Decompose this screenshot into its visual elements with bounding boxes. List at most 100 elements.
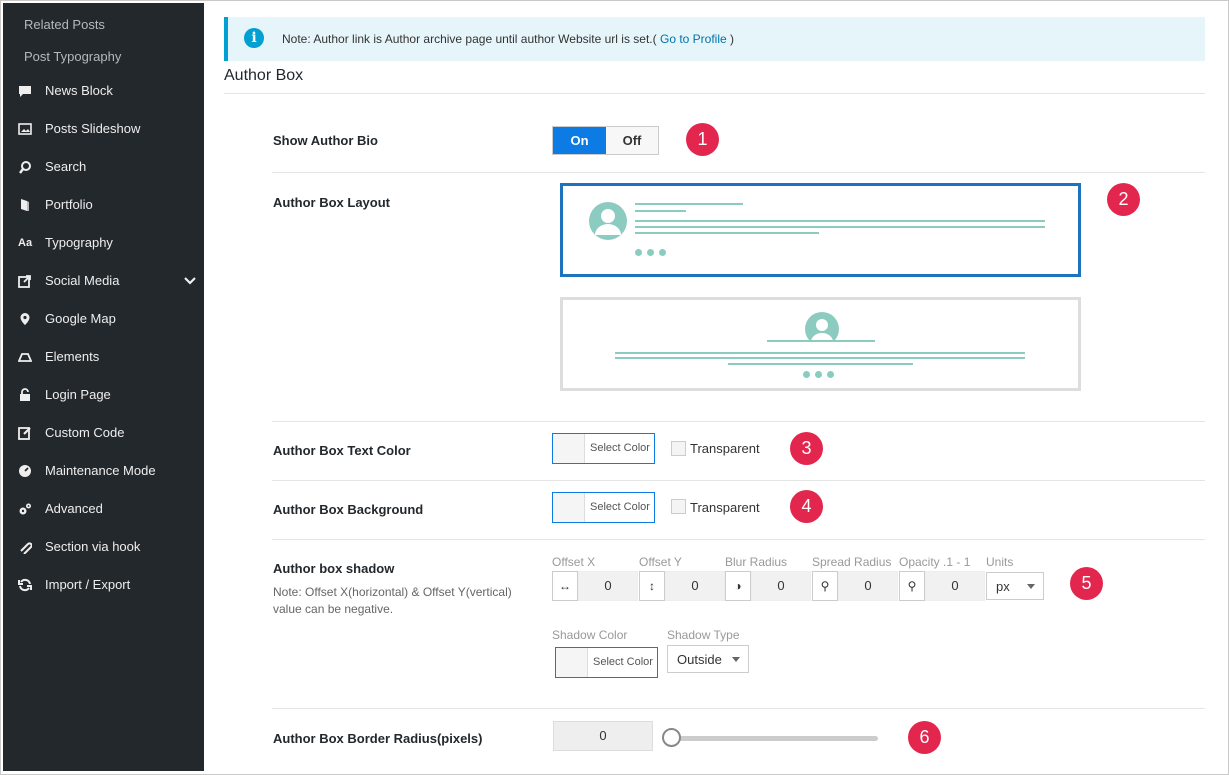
author-box-text-color-label: Author Box Text Color — [273, 443, 411, 458]
sidebar-item-label: Import / Export — [45, 577, 131, 592]
transparent-label: Transparent — [690, 441, 760, 456]
sidebar-subitem-post-typography[interactable]: Post Typography — [3, 42, 204, 72]
lightbulb-icon: ⚲ — [899, 571, 925, 601]
author-box-border-radius-label: Author Box Border Radius(pixels) — [273, 731, 483, 746]
sidebar-item-label: Typography — [45, 235, 113, 250]
layout-option-1[interactable] — [560, 183, 1081, 277]
spread-radius-caption: Spread Radius — [812, 555, 892, 569]
author-box-background-label: Author Box Background — [273, 502, 424, 517]
sidebar-item-typography[interactable]: Aa Typography — [3, 225, 204, 261]
avatar-placeholder-icon — [589, 202, 627, 240]
sidebar-item-section-via-hook[interactable]: Section via hook — [3, 529, 204, 565]
comment-icon — [19, 86, 31, 97]
show-author-bio-label: Show Author Bio — [273, 133, 378, 148]
typography-icon: Aa — [18, 237, 33, 249]
units-value: px — [996, 579, 1010, 594]
border-radius-slider-track[interactable] — [665, 736, 878, 741]
select-color-label: Select Color — [590, 501, 650, 513]
offset-y-input[interactable]: 0 — [665, 571, 725, 601]
border-radius-input[interactable]: 0 — [553, 721, 653, 751]
notice-text: Note: Author link is Author archive page… — [282, 32, 734, 46]
chevron-down-icon[interactable] — [184, 275, 196, 287]
text-color-picker[interactable]: Select Color — [552, 433, 655, 464]
avatar-placeholder-icon — [805, 312, 839, 342]
sidebar-item-label: Elements — [45, 349, 100, 364]
opacity-input[interactable]: 0 — [925, 571, 985, 601]
color-swatch — [553, 493, 585, 522]
layout-dot — [635, 249, 642, 256]
sidebar-subitem-label: Related Posts — [24, 17, 105, 32]
color-swatch — [553, 434, 585, 463]
sidebar-item-posts-slideshow[interactable]: Posts Slideshow — [3, 111, 204, 147]
blur-radius-input[interactable]: 0 — [751, 571, 811, 601]
layout-line — [635, 232, 819, 234]
sidebar-item-label: Portfolio — [45, 197, 93, 212]
sidebar-item-elements[interactable]: Elements — [3, 339, 204, 375]
gauge-icon — [19, 465, 31, 477]
sidebar-item-label: Section via hook — [45, 539, 141, 554]
sidebar-item-login-page[interactable]: Login Page — [3, 377, 204, 413]
sidebar-item-custom-code[interactable]: Custom Code — [3, 415, 204, 451]
elements-icon — [18, 353, 32, 362]
layout-line — [728, 363, 913, 365]
author-box-shadow-label: Author box shadow — [273, 561, 395, 576]
callout-badge-3: 3 — [790, 432, 823, 465]
sidebar-item-google-map[interactable]: Google Map — [3, 301, 204, 337]
share-icon — [18, 275, 31, 288]
divider — [224, 93, 1205, 94]
layout-dot — [659, 249, 666, 256]
offset-x-input[interactable]: 0 — [578, 571, 638, 601]
lock-icon — [20, 388, 30, 401]
section-title: Author Box — [224, 67, 304, 84]
layout-dot — [647, 249, 654, 256]
image-icon — [18, 123, 32, 135]
opacity-caption: Opacity .1 - 1 — [899, 555, 971, 569]
layout-dot — [803, 371, 810, 378]
sidebar-item-search[interactable]: Search — [3, 149, 204, 185]
sidebar-item-maintenance-mode[interactable]: Maintenance Mode — [3, 453, 204, 489]
shadow-type-value: Outside — [677, 652, 722, 667]
spread-radius-field: ⚲ 0 — [812, 571, 898, 601]
sidebar-subitem-related-posts[interactable]: Related Posts — [3, 10, 204, 40]
background-color-picker[interactable]: Select Color — [552, 492, 655, 523]
sidebar-item-advanced[interactable]: Advanced — [3, 491, 204, 527]
opacity-field: ⚲ 0 — [899, 571, 985, 601]
toggle-off-button[interactable]: Off — [606, 127, 658, 154]
search-icon — [19, 161, 31, 174]
vertical-arrows-icon: ↕ — [639, 571, 665, 601]
layout-dot — [827, 371, 834, 378]
sidebar-item-news-block[interactable]: News Block — [3, 73, 204, 109]
text-color-transparent-checkbox[interactable] — [671, 441, 686, 456]
transparent-label: Transparent — [690, 500, 760, 515]
background-transparent-checkbox[interactable] — [671, 499, 686, 514]
notice-message: Note: Author link is Author archive page… — [282, 32, 657, 46]
shadow-type-select[interactable]: Outside — [667, 645, 749, 673]
sidebar-item-import-export[interactable]: Import / Export — [3, 567, 204, 603]
shadow-type-caption: Shadow Type — [667, 628, 740, 642]
offset-y-caption: Offset Y — [639, 555, 682, 569]
border-radius-slider-handle[interactable] — [662, 728, 681, 747]
info-icon: i — [244, 28, 264, 48]
show-author-bio-toggle[interactable]: On Off — [552, 126, 659, 155]
layout-option-2[interactable] — [560, 297, 1081, 391]
sidebar-item-social-media[interactable]: Social Media — [3, 263, 204, 299]
go-to-profile-link[interactable]: Go to Profile — [660, 32, 727, 46]
shadow-color-picker[interactable]: Select Color — [555, 647, 658, 678]
gears-icon — [19, 503, 31, 515]
layout-dot — [815, 371, 822, 378]
divider — [272, 421, 1205, 422]
toggle-on-button[interactable]: On — [553, 127, 606, 154]
layout-line — [635, 210, 686, 212]
lightbulb-icon: ⚲ — [812, 571, 838, 601]
sidebar-item-portfolio[interactable]: Portfolio — [3, 187, 204, 223]
callout-badge-2: 2 — [1107, 183, 1140, 216]
spread-radius-input[interactable]: 0 — [838, 571, 898, 601]
portfolio-icon — [21, 199, 29, 211]
sidebar-item-label: Advanced — [45, 501, 103, 516]
color-swatch — [556, 648, 588, 677]
map-pin-icon — [20, 313, 30, 325]
units-select[interactable]: px — [986, 572, 1044, 600]
offset-y-field: ↕ 0 — [639, 571, 725, 601]
layout-line — [615, 357, 1025, 359]
caret-down-icon — [732, 657, 740, 662]
